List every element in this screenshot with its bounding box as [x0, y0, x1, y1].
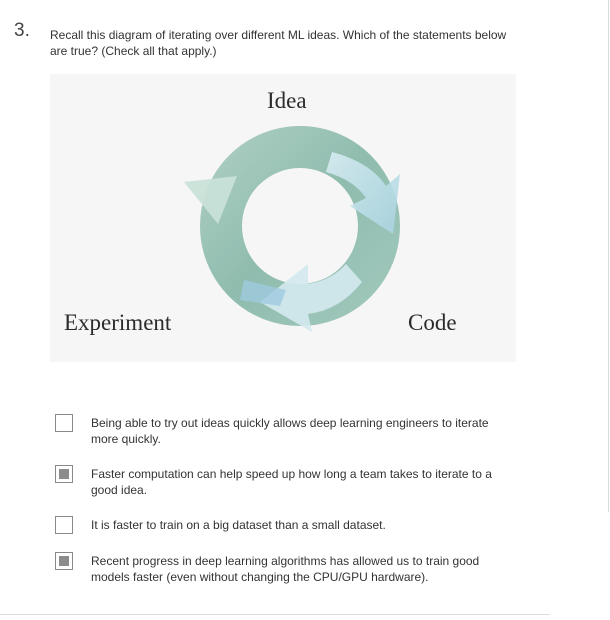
bottom-divider [0, 614, 550, 615]
option-4-text: Recent progress in deep learning algorit… [91, 554, 480, 584]
diagram-label-experiment: Experiment [64, 310, 172, 335]
option-1-text: Being able to try out ideas quickly allo… [91, 416, 489, 446]
diagram-label-idea: Idea [267, 88, 307, 113]
right-edge-divider [608, 0, 609, 512]
diagram-label-code: Code [408, 310, 457, 335]
option-3[interactable]: It is faster to train on a big dataset t… [55, 516, 525, 556]
option-3-checkbox[interactable] [55, 516, 73, 534]
option-2[interactable]: Faster computation can help speed up how… [55, 465, 525, 505]
option-1[interactable]: Being able to try out ideas quickly allo… [55, 414, 525, 454]
option-4-checkbox[interactable] [55, 552, 73, 570]
option-3-text: It is faster to train on a big dataset t… [91, 518, 386, 532]
iteration-cycle-diagram: Idea Experiment Code [50, 74, 516, 362]
question-number: 3. [14, 20, 30, 41]
option-2-text: Faster computation can help speed up how… [91, 467, 492, 497]
option-2-checkbox[interactable] [55, 465, 73, 483]
question-prompt: Recall this diagram of iterating over di… [50, 28, 507, 58]
option-1-checkbox[interactable] [55, 414, 73, 432]
option-4[interactable]: Recent progress in deep learning algorit… [55, 552, 525, 592]
